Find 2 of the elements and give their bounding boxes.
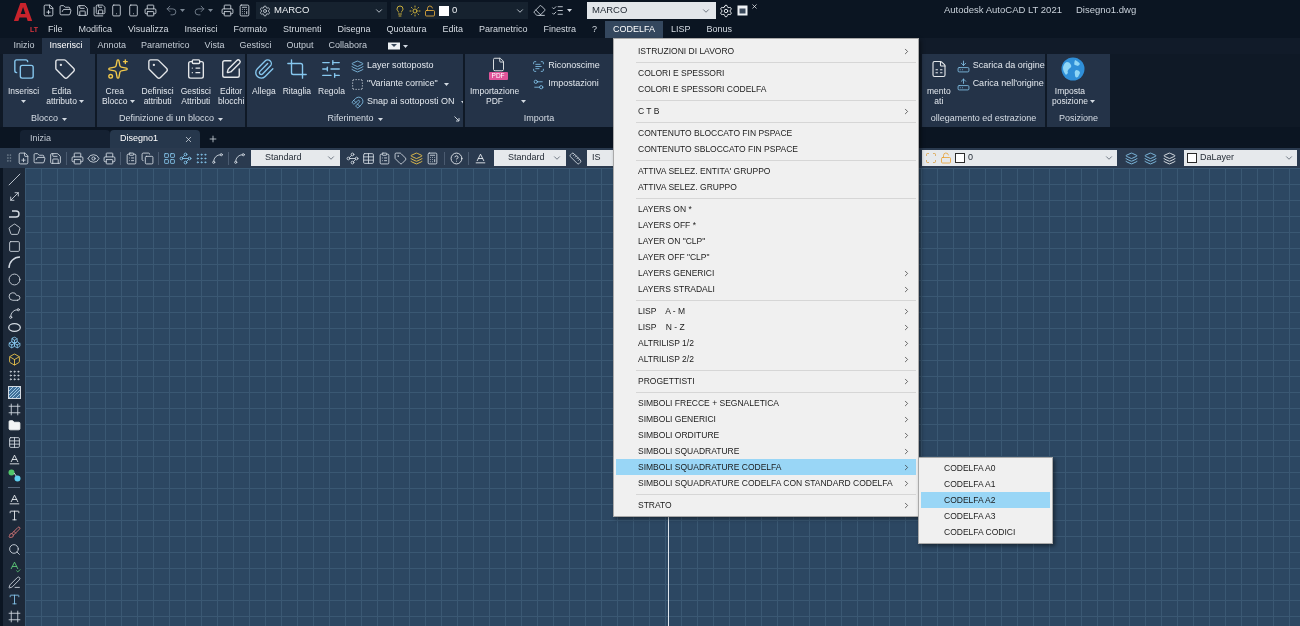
document-title: Disegno1.dwg: [1075, 3, 1137, 18]
app-title: Autodesk AutoCAD LT 2021: [944, 3, 1062, 18]
